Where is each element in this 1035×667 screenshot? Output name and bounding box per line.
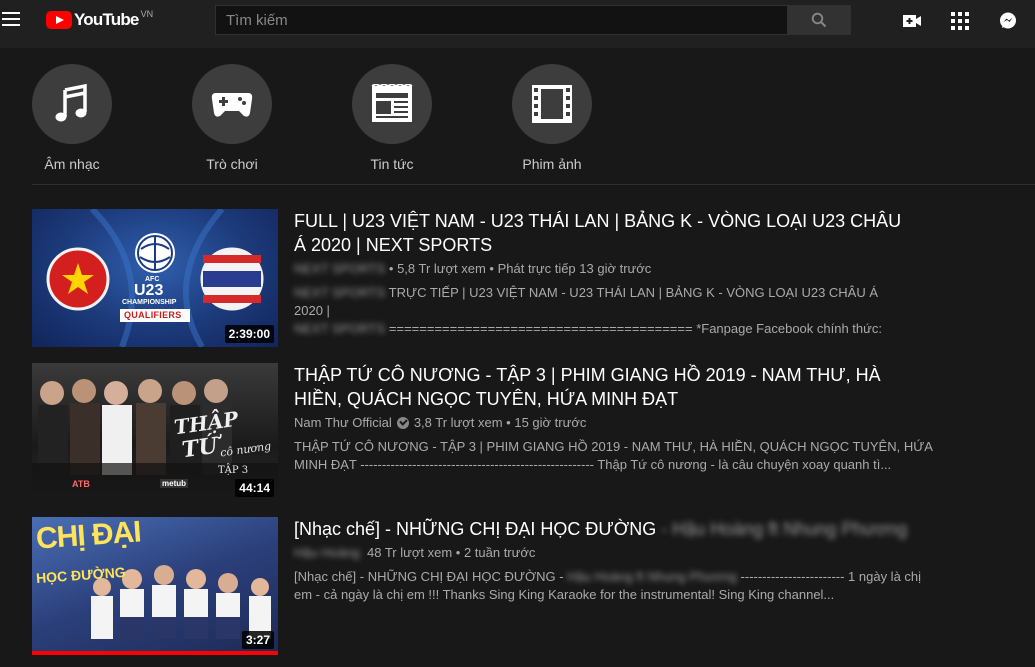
category-gaming[interactable]: Trò chơi <box>192 64 272 172</box>
video-thumbnail[interactable]: CHỊ ĐẠI HỌC ĐƯỜNG 3:27 <box>32 517 278 655</box>
masthead: YouTube VN <box>0 0 1035 48</box>
video-title[interactable]: [Nhạc chế] - NHỮNG CHỊ ĐẠI HỌC ĐƯỜNG - H… <box>294 517 914 541</box>
music-note-icon <box>55 84 87 122</box>
channel-name[interactable]: Nam Thư Official <box>294 415 392 430</box>
logo-region: VN <box>140 9 154 19</box>
video-thumbnail[interactable]: AFC U23 CHAMPIONSHIP QUALIFIERS 2:39:00 <box>32 209 278 347</box>
description-line: ------------------------ 1 ngày là chị <box>740 569 922 584</box>
category-movies[interactable]: Phim ảnh <box>512 64 592 172</box>
channel-name[interactable]: Hậu Hoàng <box>294 545 360 560</box>
video-info: THẬP TỨ CÔ NƯƠNG - TẬP 3 | PHIM GIANG HỒ… <box>294 363 933 474</box>
create-video-icon[interactable] <box>901 10 923 32</box>
description-line: THẬP TỨ CÔ NƯƠNG - TẬP 3 | PHIM GIANG HỒ… <box>294 439 933 454</box>
video-meta: Hậu Hoàng 48 Tr lượt xem • 2 tuần trước <box>294 545 914 560</box>
watch-progress-bar <box>32 651 278 655</box>
meta-separator: • <box>385 261 398 276</box>
video-info: FULL | U23 VIỆT NAM - U23 THÁI LAN | BẢN… <box>294 209 914 338</box>
video-info: [Nhạc chế] - NHỮNG CHỊ ĐẠI HỌC ĐƯỜNG - H… <box>294 517 921 604</box>
video-meta: Nam Thư Official 3,8 Tr lượt xem • 15 gi… <box>294 415 914 430</box>
video-duration: 2:39:00 <box>224 325 274 343</box>
meta-separator: • <box>485 261 498 276</box>
search-icon <box>811 12 827 28</box>
video-item: CHỊ ĐẠI HỌC ĐƯỜNG 3:27 [Nhạc chế] - NHỮN… <box>32 517 1035 655</box>
category-label: Tin tức <box>370 156 414 172</box>
thumbnail-logo-a: ATB <box>72 479 90 489</box>
category-label: Phim ảnh <box>522 156 582 172</box>
thumbnail-qualifiers-label: QUALIFIERS <box>124 310 182 320</box>
thumbnail-championship-label: CHAMPIONSHIP <box>122 299 177 306</box>
film-strip-icon <box>532 85 572 123</box>
category-circle <box>512 64 592 144</box>
thumbnail-title-b: TỨ <box>180 432 220 464</box>
divider <box>32 184 1035 185</box>
video-item: AFC U23 CHAMPIONSHIP QUALIFIERS 2:39:00 … <box>32 209 1035 347</box>
category-circle <box>192 64 272 144</box>
video-title-text: [Nhạc chế] - NHỮNG CHỊ ĐẠI HỌC ĐƯỜNG <box>294 519 657 539</box>
youtube-play-icon <box>46 11 72 29</box>
video-title[interactable]: THẬP TỨ CÔ NƯƠNG - TẬP 3 | PHIM GIANG HỒ… <box>294 363 914 411</box>
newspaper-icon <box>371 84 413 122</box>
description-hidden: Hậu Hoàng ft Nhung Phương <box>567 569 737 584</box>
youtube-logo[interactable]: YouTube VN <box>46 8 153 32</box>
category-circle <box>32 64 112 144</box>
menu-icon[interactable] <box>2 12 20 26</box>
video-title[interactable]: FULL | U23 VIỆT NAM - U23 THÁI LAN | BẢN… <box>294 209 914 257</box>
channel-name[interactable]: NEXT SPORTS <box>294 261 385 276</box>
apps-grid-icon[interactable] <box>949 10 971 32</box>
meta-separator: • <box>452 545 464 560</box>
video-description: NEXT SPORTS TRỰC TIẾP | U23 VIỆT NAM - U… <box>294 284 894 338</box>
upload-age: 2 tuần trước <box>463 545 536 560</box>
meta-separator: • <box>502 415 515 430</box>
gamepad-icon <box>211 93 253 117</box>
video-title-hidden: - Hậu Hoàng ft Nhung Phương <box>661 519 908 539</box>
thumbnail-u23-label: U23 <box>134 282 164 299</box>
thumbnail-logo-b: metub <box>160 479 188 488</box>
description-line: [Nhạc chế] - NHỮNG CHỊ ĐẠI HỌC ĐƯỜNG - <box>294 569 564 584</box>
video-duration: 3:27 <box>241 631 274 649</box>
view-count: 3,8 Tr lượt xem <box>413 415 503 430</box>
description-channel: NEXT SPORTS <box>294 321 386 336</box>
search-button[interactable] <box>787 5 851 35</box>
thumbnail-episode: TẬP 3 <box>218 465 249 476</box>
video-duration: 44:14 <box>235 479 274 497</box>
video-meta: NEXT SPORTS • 5,8 Tr lượt xem • Phát trự… <box>294 261 914 276</box>
video-item: THẬP TỨ cô nương TẬP 3 ATB metub 44:14 T… <box>32 363 1035 501</box>
upload-age: 15 giờ trước <box>514 415 587 430</box>
description-channel: NEXT SPORTS <box>294 285 386 300</box>
search-input[interactable] <box>215 5 787 35</box>
video-description: [Nhạc chế] - NHỮNG CHỊ ĐẠI HỌC ĐƯỜNG - H… <box>294 568 921 604</box>
video-thumbnail[interactable]: THẬP TỨ cô nương TẬP 3 ATB metub 44:14 <box>32 363 278 501</box>
description-line: em - cả ngày là chị em !!! Thanks Sing K… <box>294 587 835 602</box>
category-circle <box>352 64 432 144</box>
category-label: Âm nhạc <box>44 156 100 172</box>
meta-separator <box>360 545 367 560</box>
category-news[interactable]: Tin tức <box>352 64 432 172</box>
search-bar <box>215 5 851 35</box>
logo-text: YouTube <box>74 10 139 29</box>
description-line: MINH ĐẠT -------------------------------… <box>294 457 892 472</box>
upload-age: Phát trực tiếp 13 giờ trước <box>497 261 652 276</box>
category-label: Trò chơi <box>206 156 258 172</box>
messages-icon[interactable] <box>997 10 1019 32</box>
verified-badge-icon <box>396 416 409 429</box>
view-count: 5,8 Tr lượt xem <box>397 261 486 276</box>
video-description: THẬP TỨ CÔ NƯƠNG - TẬP 3 | PHIM GIANG HỒ… <box>294 438 933 474</box>
view-count: 48 Tr lượt xem <box>367 545 453 560</box>
category-music[interactable]: Âm nhạc <box>32 64 112 172</box>
description-line: ========================================… <box>388 321 882 336</box>
